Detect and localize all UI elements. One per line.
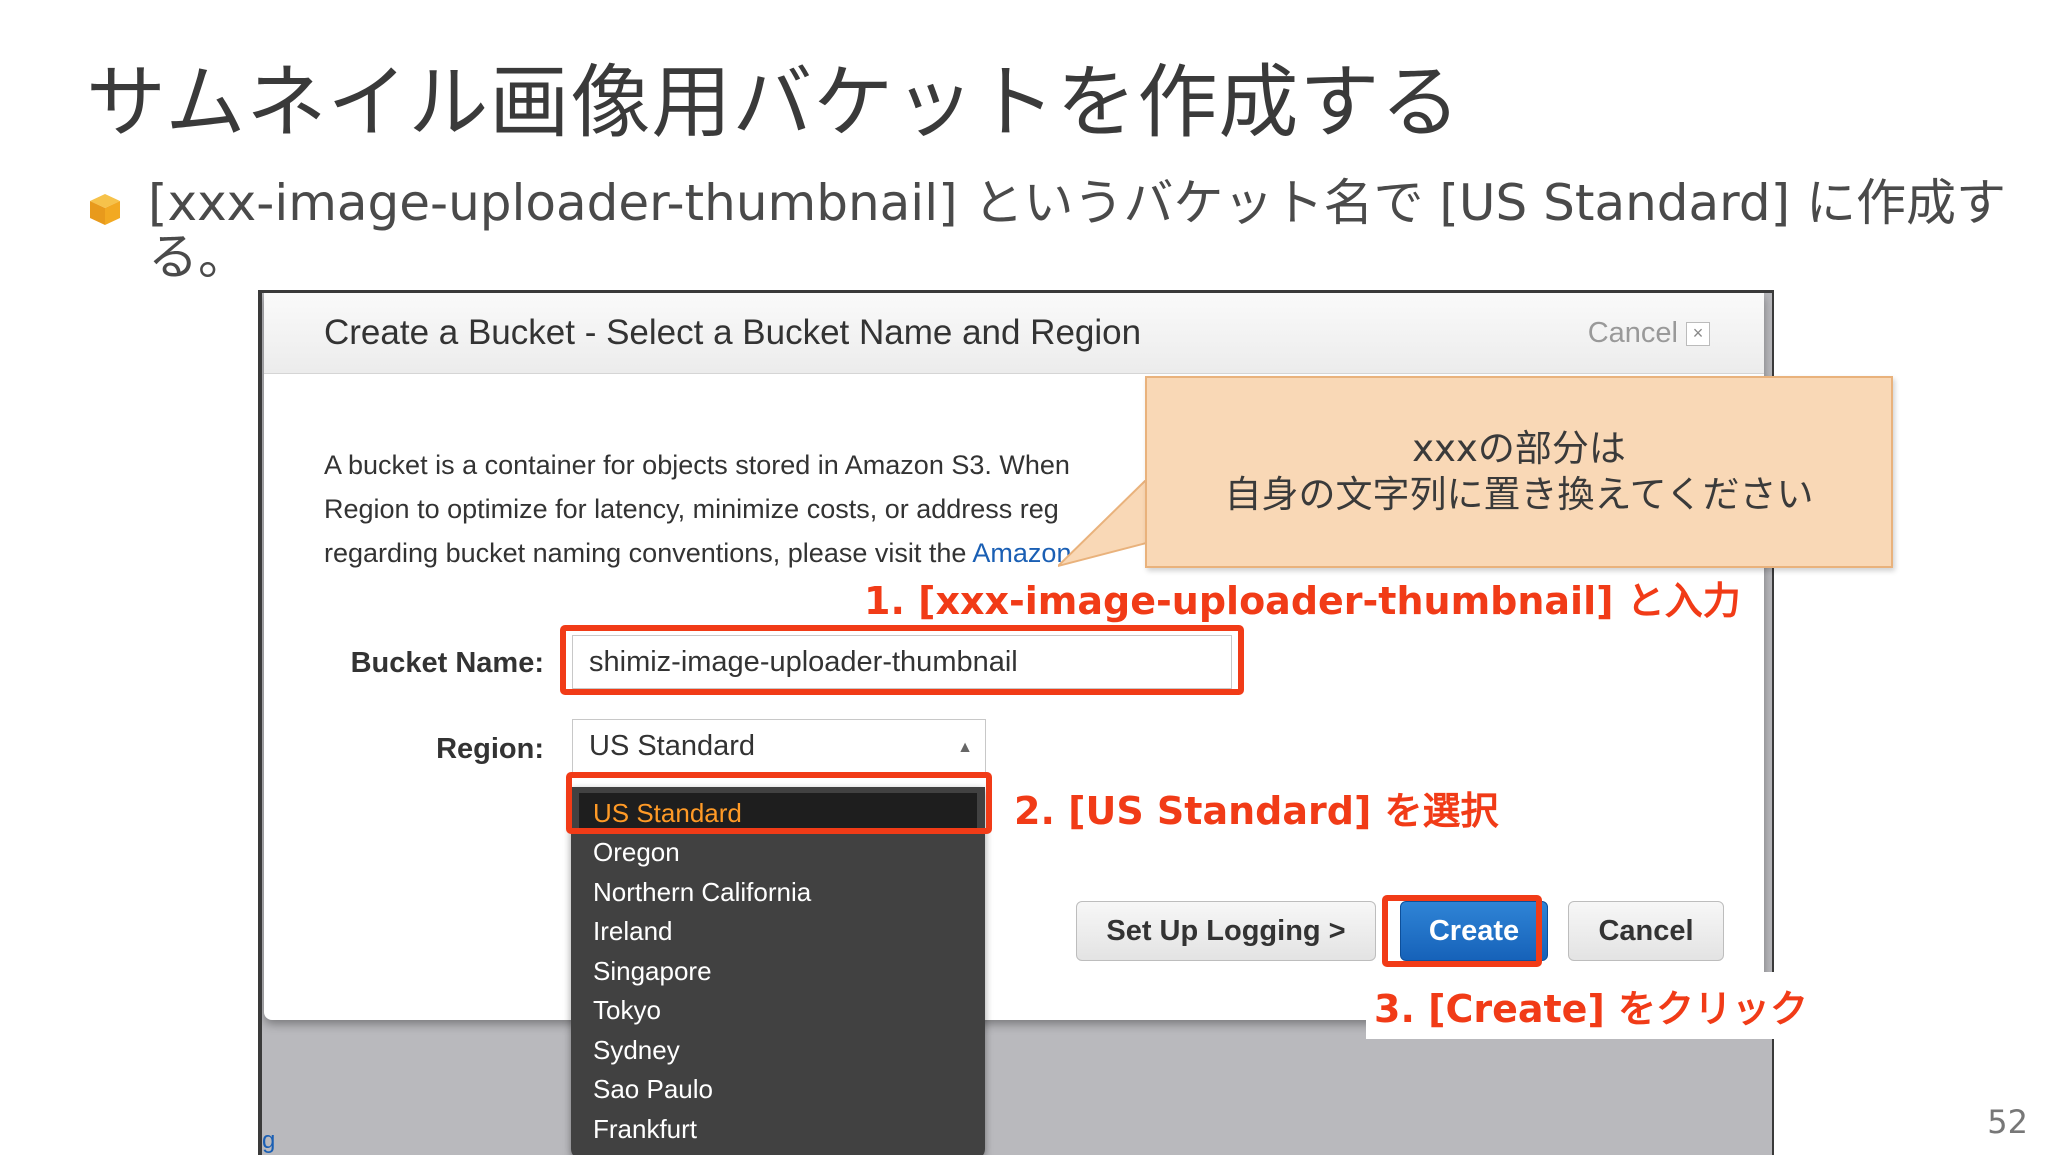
region-select[interactable]: US Standard ▲ [572,719,986,773]
step1-annotation: 1. [xxx-image-uploader-thumbnail] と入力 [864,579,1741,623]
region-option[interactable]: Singapore [571,952,985,992]
triangle-up-icon: ▲ [957,739,973,756]
note-callout: xxxの部分は 自身の文字列に置き換えてください [1145,376,1893,568]
region-option[interactable]: Sao Paulo [571,1070,985,1110]
dialog-cancel-link[interactable]: Cancel × [1588,317,1710,350]
dialog-title: Create a Bucket - Select a Bucket Name a… [324,313,1142,352]
box-icon [90,194,120,225]
region-option[interactable]: Frankfurt [571,1110,985,1150]
region-label: Region: [436,733,544,765]
cancel-button[interactable]: Cancel [1568,901,1724,961]
description-line: Region to optimize for latency, minimize… [324,494,1059,524]
page-number: 52 [1987,1103,2028,1141]
region-option[interactable]: Ireland [571,912,985,952]
region-option[interactable]: US Standard [579,793,977,833]
create-button[interactable]: Create [1400,901,1548,961]
callout-pointer [1058,480,1158,568]
set-up-logging-button[interactable]: Set Up Logging > [1076,901,1376,961]
dialog-header: Create a Bucket - Select a Bucket Name a… [264,293,1764,374]
description-line: A bucket is a container for objects stor… [324,450,1070,480]
slide-title: サムネイル画像用バケットを作成する [86,56,1462,149]
region-selected-value: US Standard [589,730,756,762]
bucket-name-input[interactable]: shimiz-image-uploader-thumbnail [572,635,1232,689]
dialog-cancel-label: Cancel [1587,317,1678,349]
region-option[interactable]: Tokyo [571,991,985,1031]
amazon-docs-link[interactable]: Amazon [972,538,1071,568]
callout-line: xxxの部分は [1412,427,1626,470]
step2-annotation: 2. [US Standard] を選択 [1014,789,1499,833]
close-icon[interactable]: × [1686,321,1710,346]
callout-line: 自身の文字列に置き換えてください [1224,473,1814,516]
bullet-text: [xxx-image-uploader-thumbnail] というバケット名で… [148,174,2006,286]
background-link[interactable]: g [262,1127,275,1155]
description-line: regarding bucket naming conventions, ple… [324,538,1072,568]
bucket-name-label: Bucket Name: [350,647,544,679]
region-dropdown[interactable]: US Standard Oregon Northern California I… [571,787,985,1155]
dialog-description: A bucket is a container for objects stor… [324,443,1164,575]
region-option[interactable]: Sydney [571,1031,985,1071]
region-option[interactable]: Oregon [571,833,985,873]
region-option[interactable]: Northern California [571,873,985,913]
step3-annotation: 3. [Create] をクリック [1366,972,1817,1039]
